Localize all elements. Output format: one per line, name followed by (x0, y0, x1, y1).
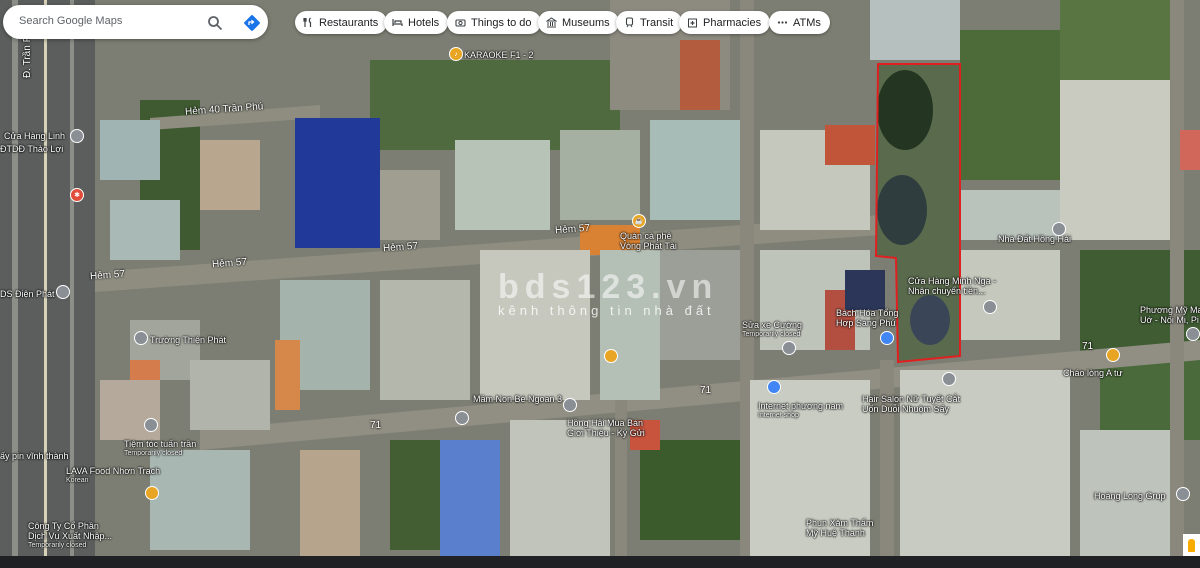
poi-status: Temporarily closed (28, 542, 87, 549)
shop-pin-icon[interactable] (455, 411, 469, 425)
poi-karaoke[interactable]: KARAOKE F1 - 2 (464, 50, 534, 60)
more-icon (777, 17, 788, 28)
poi-phun-xam[interactable]: Phun Xăm Thẩm Mỹ Huệ Thanh (806, 518, 873, 538)
poi-name: LAVA Food Nhơn Trạch (66, 466, 161, 476)
chip-label: Restaurants (319, 16, 379, 29)
poi-hong-hai[interactable]: Hồng Hải Mua Bán Giới Thiệu - Ký Gửi (567, 418, 645, 438)
bottom-bar (0, 556, 1200, 568)
poi-name: Tiệm tóc tuấn trần (124, 439, 197, 449)
poi-sua-xe-cuong[interactable]: Sửa xe Cường Temporarily closed (742, 320, 802, 340)
shop-pin-icon[interactable] (1052, 222, 1066, 236)
poi-name-line2: Hợp Sáng Phú (836, 318, 896, 328)
directions-icon[interactable] (243, 14, 261, 32)
poi-cong-ty[interactable]: Công Ty Cổ Phần Dịch Vụ Xuất Nhập... Tempo… (28, 521, 112, 551)
poi-name-line2: Giới Thiệu - Ký Gửi (567, 428, 645, 438)
shop-pin-icon[interactable] (782, 341, 796, 355)
pegman-icon[interactable] (1183, 534, 1200, 556)
chip-label: Museums (562, 16, 610, 29)
poi-lava-food[interactable]: LAVA Food Nhơn Trạch Korean (66, 466, 160, 486)
pegman-figure (1188, 539, 1195, 552)
poi-category: Internet shop (758, 412, 799, 419)
museum-icon (546, 17, 557, 28)
shop-pin-icon[interactable] (144, 418, 158, 432)
poi-category: Korean (66, 477, 89, 484)
poi-status: Temporarily closed (742, 331, 801, 338)
train-icon (624, 17, 635, 28)
chip-transit[interactable]: Transit (616, 11, 683, 34)
poi-name-line1: Hồng Hải Mua Bán (567, 418, 644, 428)
poi-name-line1: Công Ty Cổ Phần (28, 521, 99, 531)
poi-mam-non[interactable]: Mầm Non Bé Ngoan 3 (473, 394, 562, 404)
poi-internet[interactable]: Internet phương nam Internet shop (758, 401, 843, 421)
shop-pin-icon[interactable] (1186, 327, 1200, 341)
food-pin-icon[interactable] (1106, 348, 1120, 362)
internet-pin-icon[interactable] (767, 380, 781, 394)
poi-minh-nga[interactable]: Cửa Hàng Minh Nga - Nhận chuyển tiền... (908, 276, 996, 296)
poi-name-line2: Nhận chuyển tiền... (908, 286, 986, 296)
poi-name-line1: Bách Hóa Tổng (836, 308, 899, 318)
poi-chao-long[interactable]: Cháo lòng A tư (1063, 368, 1123, 378)
chip-pharmacies[interactable]: Pharmacies (679, 11, 771, 34)
camera-icon (455, 17, 466, 28)
search-icon[interactable] (207, 15, 223, 31)
poi-hair-salon[interactable]: Hair Salon Nữ Tuyết Cắt Uốn Duỗi Nhuộm Sấ… (862, 394, 960, 414)
poi-hoang-long[interactable]: Hoàng Long Grup (1094, 491, 1166, 501)
shop-pin-icon[interactable] (134, 331, 148, 345)
chip-atms[interactable]: ATMs (769, 11, 830, 34)
pharmacy-icon (687, 17, 698, 28)
chip-label: Transit (640, 16, 674, 29)
karaoke-pin-icon[interactable]: ♪ (449, 47, 463, 61)
food-pin-icon[interactable] (145, 486, 159, 500)
food-pin-icon[interactable] (604, 349, 618, 363)
poi-phuong-my[interactable]: Phương Mỹ Ma Uớ - Nối Mi, Pi (1140, 305, 1200, 325)
street-label-71: 71 (370, 420, 382, 431)
poi-truong-thien-phat[interactable]: Trường Thiện Phát (150, 335, 226, 345)
search-box[interactable]: Search Google Maps (3, 5, 268, 39)
poi-name: Internet phương nam (758, 401, 843, 411)
bed-icon (392, 17, 403, 28)
chip-label: Hotels (408, 16, 440, 29)
satellite-map[interactable] (0, 0, 1200, 568)
poi-bach-hoa[interactable]: Bách Hóa Tổng Hợp Sáng Phú (836, 308, 898, 328)
store-pin-icon[interactable] (880, 331, 894, 345)
poi-dien-phat[interactable]: DS Điện Phát (0, 289, 55, 299)
fork-knife-icon (303, 17, 314, 28)
shop-pin-icon[interactable] (983, 300, 997, 314)
poi-name-line1: Phun Xăm Thẩm (806, 518, 874, 528)
chip-label: Things to do (471, 16, 532, 29)
chip-label: ATMs (793, 16, 821, 29)
poi-name-line2: Uốn Duỗi Nhuộm Sấy (862, 404, 950, 414)
poi-name-line2: Mỹ Huệ Thanh (806, 528, 865, 538)
chip-label: Pharmacies (703, 16, 762, 29)
shop-pin-icon[interactable] (1176, 487, 1190, 501)
poi-tiem-toc[interactable]: Tiệm tóc tuấn trần Temporarily closed (124, 439, 196, 459)
poi-status: Temporarily closed (124, 450, 183, 457)
poi-pin-vinh-thanh[interactable]: ấy pin vĩnh thành (0, 451, 69, 461)
poi-name-line1: Cửa Hàng Minh Nga - (908, 276, 997, 286)
cafe-pin-icon[interactable]: ☕ (632, 214, 646, 228)
shop-pin-icon[interactable] (56, 285, 70, 299)
chip-museums[interactable]: Museums (538, 11, 619, 34)
school-pin-icon[interactable] (563, 398, 577, 412)
poi-quan-ca-phe[interactable]: Quán cà phê Vòng Phát Tài (620, 231, 677, 251)
poi-cua-hang-linh[interactable]: Cửa Hàng Linh (4, 131, 65, 141)
chip-restaurants[interactable]: Restaurants (295, 11, 388, 34)
chip-hotels[interactable]: Hotels (384, 11, 449, 34)
poi-name-line2: Uớ - Nối Mi, Pi (1140, 315, 1199, 325)
restaurant-pin-icon[interactable]: ✱ (70, 188, 84, 202)
shop-pin-icon[interactable] (942, 372, 956, 386)
poi-name-line1: Hair Salon Nữ Tuyết Cắt (862, 394, 961, 404)
poi-name-line2: Dịch Vụ Xuất Nhập... (28, 531, 113, 541)
street-label-71: 71 (1082, 341, 1094, 352)
poi-name: Sửa xe Cường (742, 320, 802, 330)
shop-pin-icon[interactable] (70, 129, 84, 143)
poi-dtdd-thao-loi[interactable]: ĐTDĐ Thảo Lợi (0, 144, 63, 154)
chip-things-to-do[interactable]: Things to do (447, 11, 541, 34)
street-label-71: 71 (700, 385, 712, 396)
poi-name-line1: Phương Mỹ Ma (1140, 305, 1200, 315)
search-input[interactable]: Search Google Maps (19, 15, 122, 27)
poi-name-line1: Quán cà phê (620, 231, 672, 241)
poi-name-line2: Vòng Phát Tài (620, 241, 677, 251)
